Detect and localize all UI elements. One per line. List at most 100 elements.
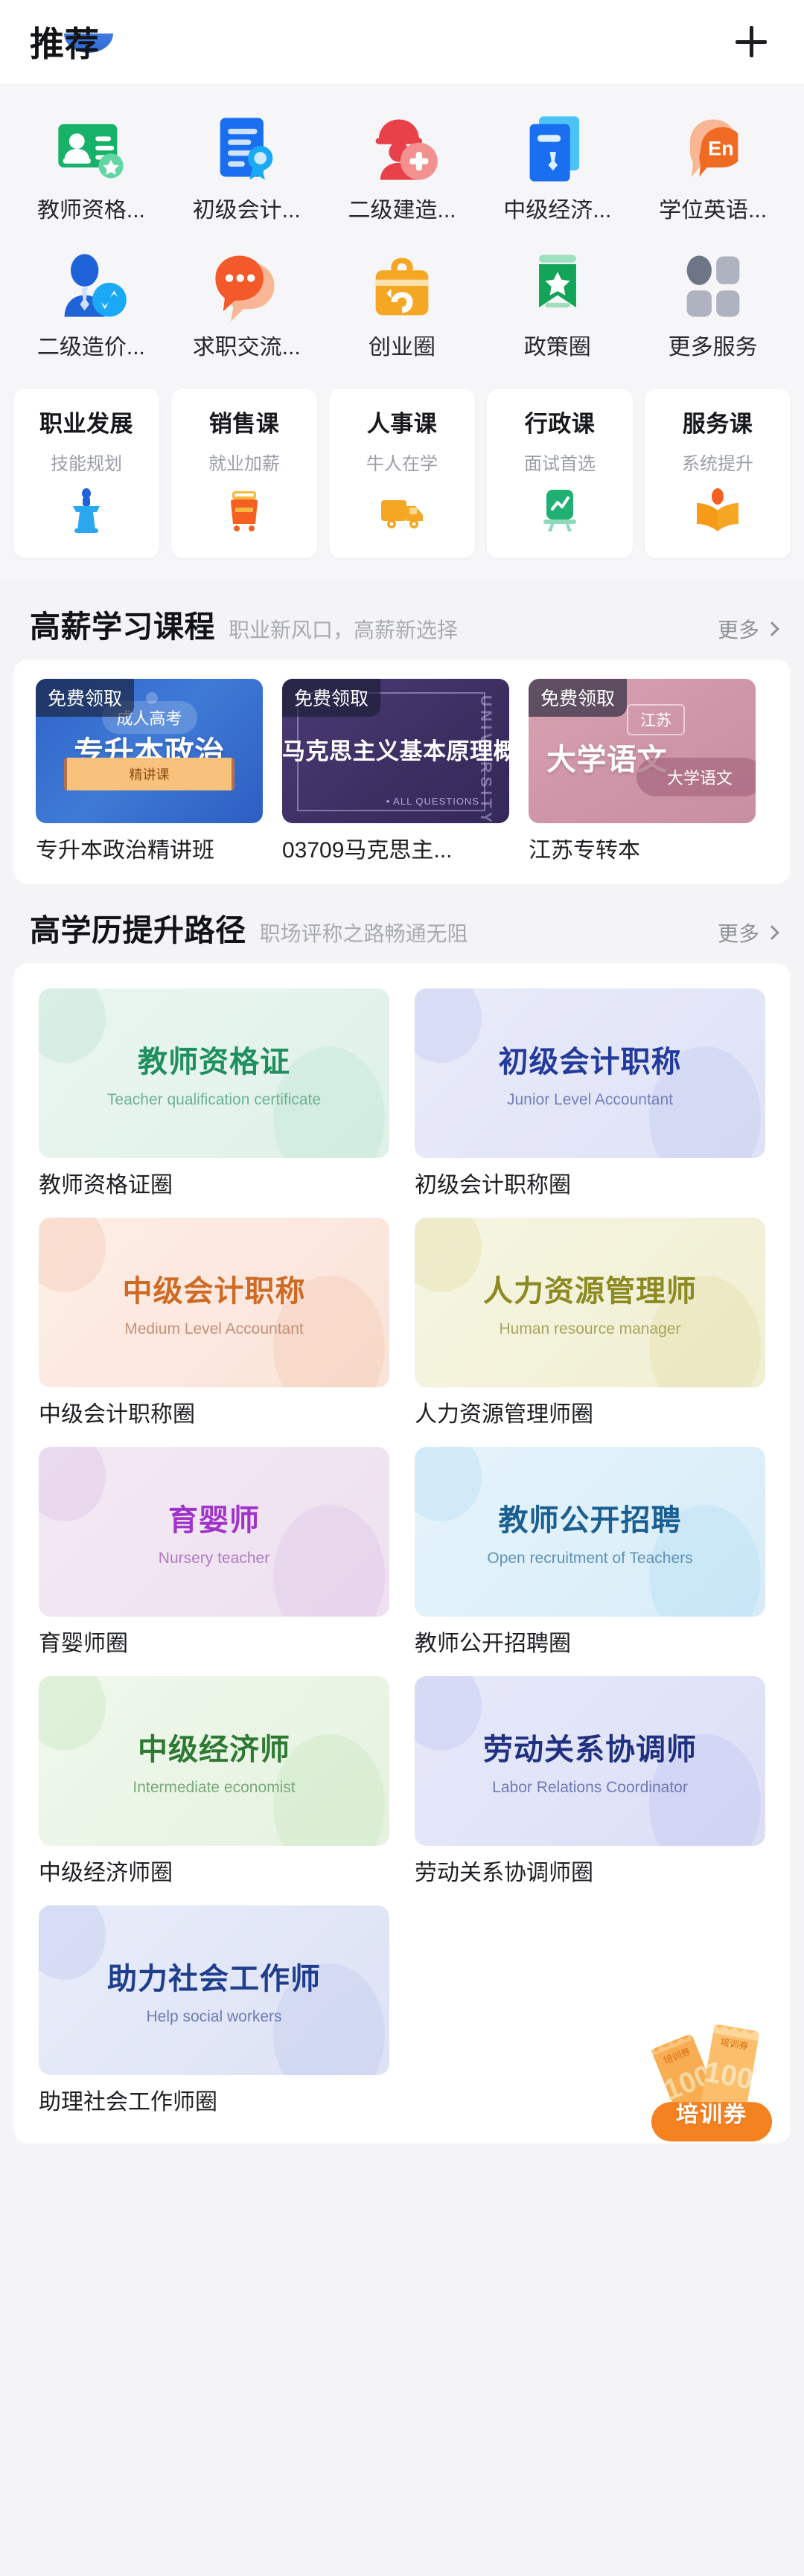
app-header: 推荐 (0, 0, 804, 83)
training-coupon-float-button[interactable]: 培训券 100 培训券 100 培训券 (649, 2013, 774, 2144)
category-title: 行政课 (524, 411, 596, 437)
certificate-item-teacher-recruitment[interactable]: 教师公开招聘 Open recruitment of Teachers 教师公开… (415, 1447, 765, 1655)
certificate-title-en: Open recruitment of Teachers (487, 1550, 693, 1567)
free-claim-badge: 免费领取 (36, 679, 135, 717)
quick-icon-item-more-services[interactable]: 更多服务 (635, 247, 791, 359)
decorative-blob (39, 1905, 106, 1980)
category-card-administration[interactable]: 行政课 面试首选 (487, 389, 633, 558)
certificate-title-cn: 育婴师 (168, 1504, 260, 1537)
category-card-career-development[interactable]: 职业发展 技能规划 (13, 389, 159, 558)
quick-icon-item-level2-constructor[interactable]: 二级建造... (325, 110, 480, 222)
accounting-certificate-icon (208, 110, 285, 188)
certificate-label: 教师公开招聘圈 (415, 1631, 571, 1656)
category-card-hr[interactable]: 人事课 牛人在学 (329, 389, 475, 558)
course-carousel-panel: 免费领取 成人高考 专升本政治 精讲课 专升本政治精讲班 免费领取 UNIVER… (13, 659, 791, 884)
open-book-icon (694, 487, 741, 534)
chevron-right-icon (765, 621, 779, 636)
certificate-card: 人力资源管理师 Human resource manager (415, 1218, 765, 1387)
certificate-card: 教师公开招聘 Open recruitment of Teachers (415, 1447, 765, 1617)
quick-icon-item-level2-cost-engineer[interactable]: 二级造价... (13, 247, 169, 359)
certificate-item-nursery-teacher[interactable]: 育婴师 Nursery teacher 育婴师圈 (39, 1447, 389, 1655)
coupon-tickets-icon: 培训券 100 培训券 100 (651, 2024, 773, 2142)
add-button[interactable] (731, 22, 771, 62)
quick-icon-label: 二级造价... (36, 336, 145, 359)
certificate-item-teacher-qualification[interactable]: 教师资格证 Teacher qualification certificate … (39, 988, 389, 1197)
course-name: 专升本政治精讲班 (36, 840, 214, 862)
page-title: 推荐 (30, 25, 100, 63)
certificate-title-cn: 中级经济师 (138, 1733, 290, 1766)
category-title: 服务课 (682, 411, 753, 437)
teacher-certificate-icon (52, 110, 130, 188)
quick-icon-item-intermediate-economist[interactable]: 中级经济... (479, 110, 635, 222)
quick-icon-label: 二级建造... (348, 199, 456, 222)
podium-speaker-icon (63, 487, 110, 534)
quick-access-icon-grid: 教师资格... 初级会计... 二级建造... 中级经济... En 学位英语.… (0, 83, 804, 372)
section-subtitle: 职业新风口，高薪新选择 (229, 619, 459, 642)
certificate-card: 育婴师 Nursery teacher (39, 1447, 389, 1617)
section-more-label: 更多 (717, 922, 759, 945)
certificate-card: 劳动关系协调师 Labor Relations Coordinator (415, 1676, 765, 1846)
section-header-degree-upgrade-path: 高学历提升路径 职场评称之路畅通无阻 更多 (0, 884, 804, 963)
certificate-item-medium-accountant[interactable]: 中级会计职称 Medium Level Accountant 中级会计职称圈 (39, 1218, 389, 1426)
decorative-blob (39, 1447, 106, 1521)
policy-banner-icon (519, 247, 596, 325)
decorative-blob (273, 1505, 385, 1617)
decorative-blob (39, 1676, 106, 1751)
certificate-title-en: Junior Level Accountant (507, 1091, 673, 1108)
certificate-label: 育婴师圈 (39, 1631, 128, 1656)
certificate-item-social-worker[interactable]: 助力社会工作师 Help social workers 助理社会工作师圈 (39, 1905, 389, 2114)
quick-icon-label: 更多服务 (668, 336, 758, 359)
certificate-title-en: Nursery teacher (158, 1550, 270, 1567)
free-claim-badge: 免费领取 (282, 679, 381, 717)
quick-icon-item-junior-accounting[interactable]: 初级会计... (169, 110, 325, 222)
certificate-title-cn: 教师资格证 (138, 1046, 290, 1078)
category-title: 销售课 (208, 411, 280, 437)
certificate-card: 中级会计职称 Medium Level Accountant (39, 1218, 389, 1387)
certificate-grid: 教师资格证 Teacher qualification certificate … (39, 988, 765, 2114)
certificate-title-en: Intermediate economist (133, 1779, 296, 1796)
course-card-jiangsu-zhuanzhuanben[interactable]: 免费领取 江苏 大学语文 大学语文 江苏专转本 (529, 679, 756, 862)
quick-icon-item-teacher-certificate[interactable]: 教师资格... (13, 110, 169, 222)
course-thumbnail: 免费领取 江苏 大学语文 大学语文 (529, 679, 756, 823)
category-subtitle: 牛人在学 (366, 454, 438, 474)
quick-icon-label: 政策圈 (523, 336, 591, 359)
course-card-zhuanshengben-politics[interactable]: 免费领取 成人高考 专升本政治 精讲课 专升本政治精讲班 (36, 679, 263, 862)
category-subtitle: 技能规划 (51, 454, 122, 474)
certificate-label: 中级会计职称圈 (39, 1402, 195, 1427)
delivery-truck-icon (378, 487, 426, 534)
certificate-item-hr-manager[interactable]: 人力资源管理师 Human resource manager 人力资源管理师圈 (415, 1218, 765, 1426)
certificate-panel: 教师资格证 Teacher qualification certificate … (13, 963, 791, 2144)
quick-icon-item-startup-circle[interactable]: 创业圈 (325, 247, 480, 359)
course-card-marxism-principles[interactable]: 免费领取 UNIVERSITY 马克思主义基本原理概论 • ALL QUESTI… (282, 679, 509, 862)
certificate-title-en: Labor Relations Coordinator (492, 1779, 688, 1796)
section-more-link[interactable]: 更多 (717, 614, 779, 644)
construction-engineer-icon (363, 110, 441, 188)
job-chat-icon (208, 247, 285, 325)
section-more-label: 更多 (717, 619, 759, 642)
category-card-service[interactable]: 服务课 系统提升 (645, 389, 791, 558)
certificate-item-labor-relations[interactable]: 劳动关系协调师 Labor Relations Coordinator 劳动关系… (415, 1676, 765, 1885)
certificate-item-junior-accountant[interactable]: 初级会计职称 Junior Level Accountant 初级会计职称圈 (415, 988, 765, 1197)
quick-icon-label: 中级经济... (503, 199, 612, 222)
section-more-link[interactable]: 更多 (717, 918, 779, 947)
quick-icon-item-policy-circle[interactable]: 政策圈 (479, 247, 635, 359)
decorative-blob (415, 1218, 482, 1292)
certificate-title-cn: 人力资源管理师 (483, 1275, 697, 1308)
category-title: 人事课 (366, 411, 438, 437)
quick-icon-label: 教师资格... (36, 199, 145, 222)
quick-icon-item-degree-english[interactable]: En 学位英语... (635, 110, 791, 222)
quick-icon-item-job-exchange[interactable]: 求职交流... (169, 247, 325, 359)
course-name: 江苏专转本 (529, 840, 640, 862)
certificate-item-intermediate-economist[interactable]: 中级经济师 Intermediate economist 中级经济师圈 (39, 1676, 389, 1885)
decorative-blob (39, 988, 106, 1063)
category-card-strip: 职业发展 技能规划 销售课 就业加薪 人事课 牛人在学 行政课 面试首选 服务课… (0, 372, 804, 581)
certificate-title-en: Help social workers (146, 2008, 282, 2025)
certificate-title-en: Medium Level Accountant (124, 1320, 304, 1337)
certificate-label: 助理社会工作师圈 (39, 2090, 217, 2115)
course-carousel[interactable]: 免费领取 成人高考 专升本政治 精讲课 专升本政治精讲班 免费领取 UNIVER… (36, 679, 791, 862)
svg-text:En: En (708, 137, 734, 159)
certificate-card: 助力社会工作师 Help social workers (39, 1905, 389, 2075)
certificate-title-en: Teacher qualification certificate (106, 1091, 322, 1108)
category-card-sales[interactable]: 销售课 就业加薪 (171, 389, 317, 558)
certificate-label: 人力资源管理师圈 (415, 1402, 593, 1427)
